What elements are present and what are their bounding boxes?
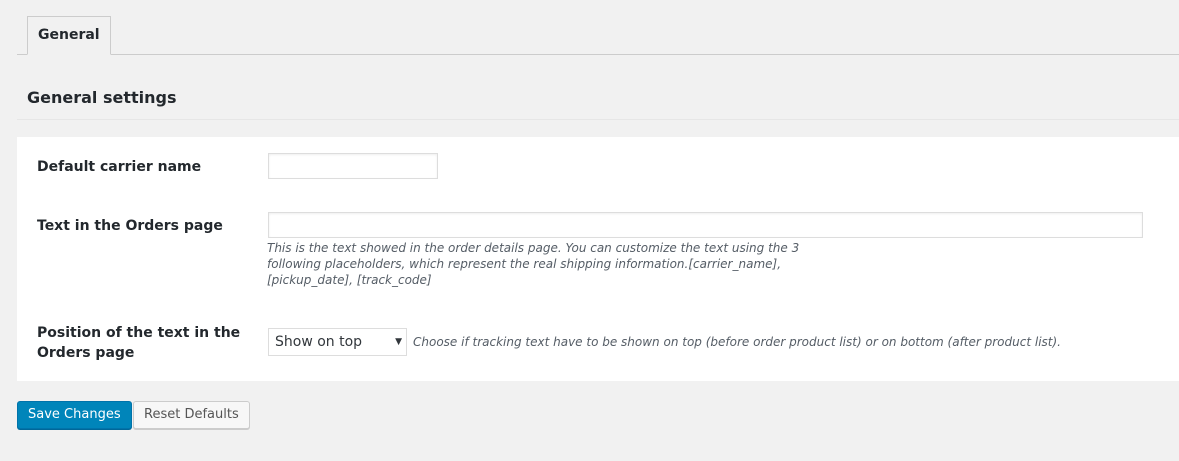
reset-defaults-button[interactable]: Reset Defaults xyxy=(133,401,250,429)
position-label-line: Position of the text in the xyxy=(37,325,241,341)
position-select-value: Show on top xyxy=(275,334,363,350)
position-description: Choose if tracking text have to be shown… xyxy=(413,335,1061,349)
caret-down-icon: ▼ xyxy=(395,337,402,347)
tab-general[interactable]: General xyxy=(27,16,111,55)
orders-text-description-line: This is the text showed in the order det… xyxy=(267,241,800,255)
orders-text-description-line: [pickup_date], [track_code] xyxy=(267,273,432,287)
carrier-name-input[interactable] xyxy=(268,153,438,179)
position-select[interactable]: Show on top ▼ xyxy=(268,328,407,356)
settings-form: Default carrier name Text in the Orders … xyxy=(17,137,1179,381)
carrier-name-label: Default carrier name xyxy=(37,159,202,175)
section-divider xyxy=(17,119,1179,120)
orders-text-label: Text in the Orders page xyxy=(37,218,223,234)
position-label-line: Orders page xyxy=(37,345,135,361)
save-changes-button[interactable]: Save Changes xyxy=(17,401,132,429)
position-label: Position of the text in the Orders page xyxy=(37,323,240,363)
orders-text-description: This is the text showed in the order det… xyxy=(267,240,827,288)
settings-tabs: General xyxy=(17,16,1179,55)
orders-text-input[interactable] xyxy=(268,212,1143,238)
section-title: General settings xyxy=(27,88,177,107)
orders-text-description-line: following placeholders, which represent … xyxy=(267,257,782,271)
